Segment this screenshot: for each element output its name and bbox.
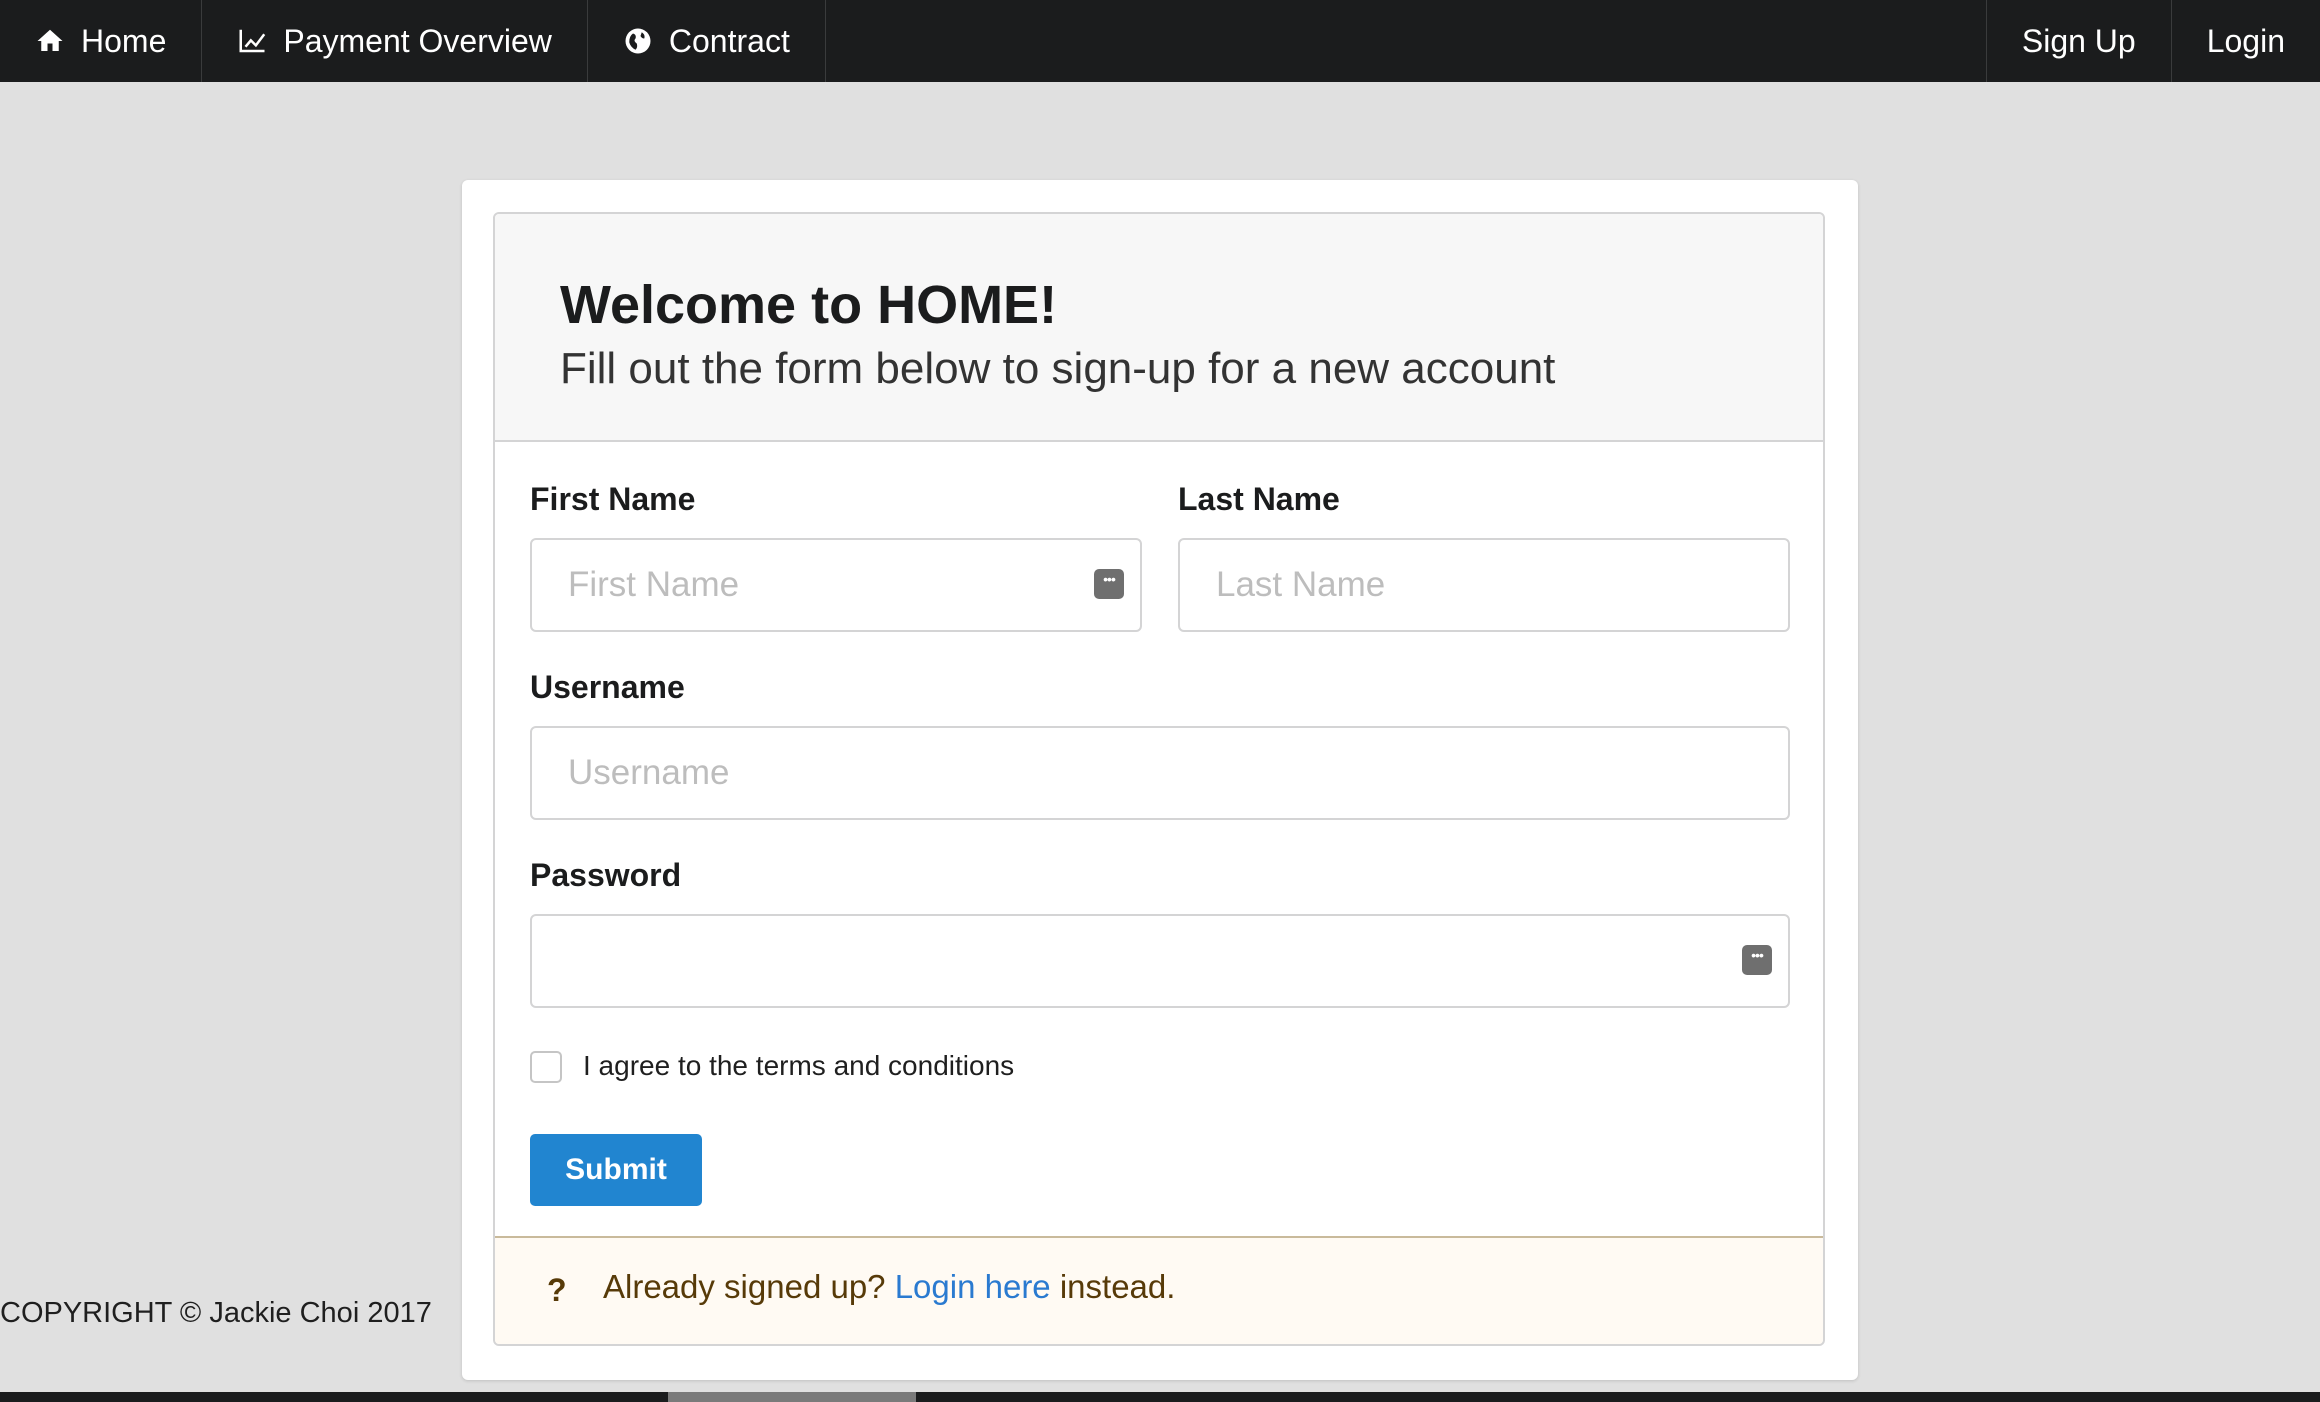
login-message-text: Already signed up? Login here instead. xyxy=(603,1268,1175,1306)
submit-button[interactable]: Submit xyxy=(530,1134,702,1206)
last-name-field xyxy=(1178,538,1790,632)
password-manager-icon[interactable] xyxy=(1094,569,1124,599)
nav-contract[interactable]: Contract xyxy=(588,0,826,82)
signup-card: Welcome to HOME! Fill out the form below… xyxy=(462,180,1858,1380)
nav-home-label: Home xyxy=(81,22,167,59)
line-chart-icon xyxy=(239,29,266,53)
username-label: Username xyxy=(530,669,685,705)
nav-sign-up[interactable]: Sign Up xyxy=(1985,0,2171,82)
signup-segment: Welcome to HOME! Fill out the form below… xyxy=(493,212,1825,1346)
login-message: ? Already signed up? Login here instead. xyxy=(495,1236,1823,1344)
copyright-footer: COPYRIGHT © Jackie Choi 2017 xyxy=(0,1297,432,1329)
password-input[interactable] xyxy=(532,916,1788,1006)
login-message-prefix: Already signed up? xyxy=(603,1268,886,1305)
terms-checkbox[interactable] xyxy=(530,1051,562,1083)
username-field xyxy=(530,726,1790,820)
top-nav: Home Payment Overview Contract Sign Up L… xyxy=(0,0,2320,82)
password-label: Password xyxy=(530,857,682,893)
login-message-suffix: instead. xyxy=(1059,1268,1176,1305)
scrollbar-thumb[interactable] xyxy=(668,1392,916,1402)
first-name-field xyxy=(530,538,1142,632)
page-title: Welcome to HOME! xyxy=(560,275,1058,335)
last-name-label: Last Name xyxy=(1178,481,1340,517)
terms-label[interactable]: I agree to the terms and conditions xyxy=(583,1050,1014,1082)
nav-home[interactable]: Home xyxy=(0,0,203,82)
password-field xyxy=(530,914,1790,1008)
first-name-label: First Name xyxy=(530,481,696,517)
nav-login[interactable]: Login xyxy=(2170,0,2320,82)
home-icon xyxy=(37,29,63,51)
nav-payment-overview[interactable]: Payment Overview xyxy=(202,0,588,82)
password-manager-icon[interactable] xyxy=(1742,945,1772,975)
nav-contract-label: Contract xyxy=(668,22,790,59)
first-name-input[interactable] xyxy=(532,540,1140,630)
question-icon: ? xyxy=(547,1272,567,1308)
globe-icon xyxy=(625,28,651,54)
nav-right-group: Sign Up Login xyxy=(1985,0,2320,82)
bottom-scrollbar xyxy=(0,1392,2320,1402)
login-here-link[interactable]: Login here xyxy=(895,1268,1051,1305)
nav-payment-label: Payment Overview xyxy=(283,22,552,59)
last-name-input[interactable] xyxy=(1180,540,1788,630)
form-header: Welcome to HOME! Fill out the form below… xyxy=(495,214,1823,442)
username-input[interactable] xyxy=(532,728,1788,818)
page-subtitle: Fill out the form below to sign-up for a… xyxy=(560,344,1556,393)
